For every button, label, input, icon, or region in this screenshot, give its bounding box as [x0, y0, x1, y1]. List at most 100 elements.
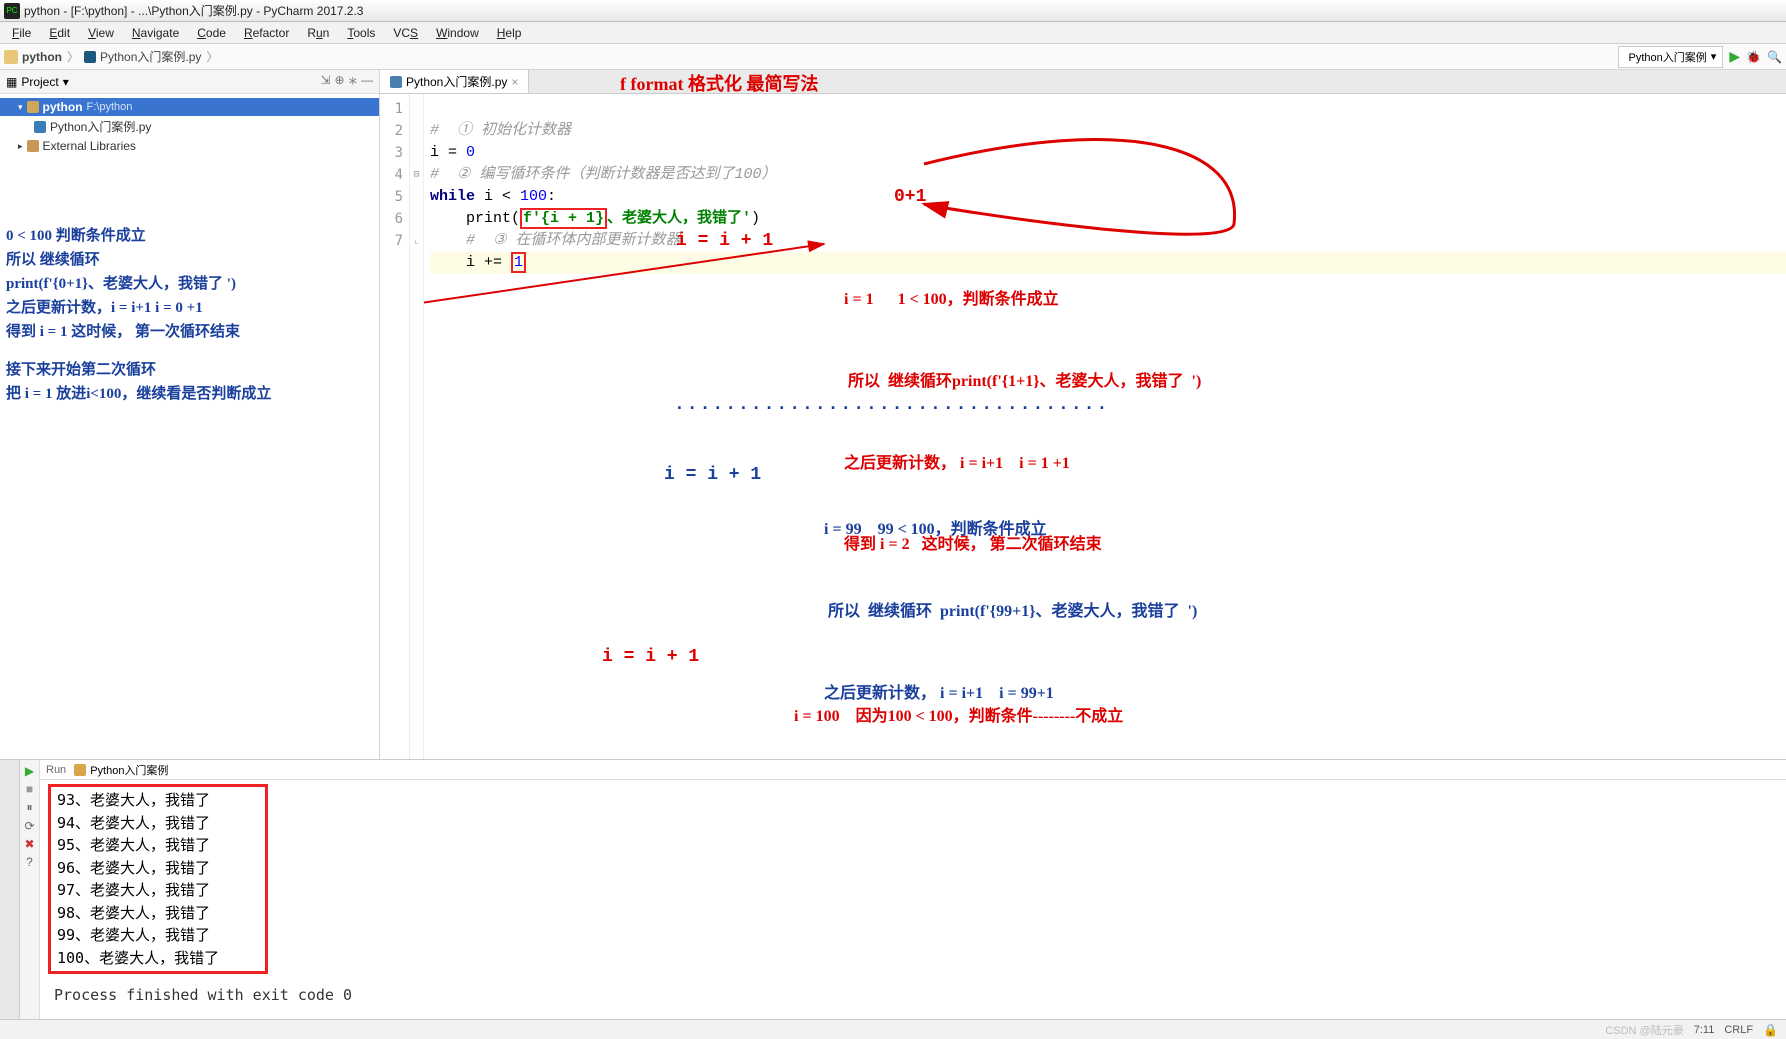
- tree-root-label: python: [43, 100, 83, 114]
- python-file-icon: [34, 121, 46, 133]
- tree-ext-libs-label: External Libraries: [43, 139, 136, 153]
- tree-ext-libs[interactable]: ▸ External Libraries: [0, 137, 379, 155]
- run-config-label: Python入门案例: [1629, 49, 1707, 65]
- code-line: # ③ 在循环体内部更新计数器: [430, 232, 680, 249]
- cursor-position: 7:11: [1694, 1024, 1715, 1036]
- output-line: 100、老婆大人，我错了: [57, 947, 259, 970]
- menu-window[interactable]: Window: [428, 24, 487, 42]
- hide-icon[interactable]: —: [361, 73, 373, 91]
- line-no: 6: [380, 208, 403, 230]
- annotation-top: f format 格式化 最简写法: [620, 70, 818, 96]
- line-no: 7: [380, 230, 403, 252]
- line-separator[interactable]: CRLF: [1724, 1024, 1753, 1036]
- run-tab-label[interactable]: Python入门案例: [90, 762, 168, 778]
- anno-line: i = 1 1 < 100，判断条件成立: [844, 286, 1201, 313]
- nav-bar: python 〉 Python入门案例.py 〉 Python入门案例 ▾ ▶ …: [0, 44, 1786, 70]
- run-output-box: 93、老婆大人，我错了 94、老婆大人，我错了 95、老婆大人，我错了 96、老…: [48, 784, 268, 974]
- run-config-selector[interactable]: Python入门案例 ▾: [1618, 46, 1724, 68]
- menu-run[interactable]: Run: [299, 24, 337, 42]
- anno-line: 所以 继续循环: [6, 248, 373, 272]
- menu-help[interactable]: Help: [489, 24, 530, 42]
- output-line: 98、老婆大人，我错了: [57, 902, 259, 925]
- anno-line: 把 i = 1 放进i<100，继续看是否判断成立: [6, 382, 373, 406]
- menu-edit[interactable]: Edit: [41, 24, 78, 42]
- pause-icon[interactable]: ⏸: [26, 800, 32, 815]
- collapse-icon[interactable]: ⇲: [320, 73, 330, 91]
- close-icon[interactable]: ✖: [24, 837, 34, 851]
- library-icon: [27, 140, 39, 152]
- editor-tab[interactable]: Python入门案例.py ×: [380, 70, 529, 93]
- output-line: 97、老婆大人，我错了: [57, 879, 259, 902]
- breadcrumb: python 〉 Python入门案例.py 〉: [4, 48, 221, 65]
- settings-icon[interactable]: 🞵: [349, 73, 357, 91]
- menu-vcs[interactable]: VCS: [385, 24, 426, 42]
- run-tool-column: ▶ ■ ⏸ ⟳ ✖ ?: [20, 760, 40, 1019]
- line-no: 3: [380, 142, 403, 164]
- expand-icon[interactable]: ▸: [18, 141, 23, 152]
- folder-icon: [27, 101, 39, 113]
- anno-line: i = 100 因为100 < 100，判断条件--------不成立: [794, 703, 1123, 730]
- annotation: i = i + 1: [676, 230, 773, 252]
- code-line: # ② 编写循环条件（判断计数器是否达到了100）: [430, 166, 776, 183]
- anno-line: 接下来开始第二次循环: [6, 358, 373, 382]
- run-panel: ▶ ■ ⏸ ⟳ ✖ ? Run Python入门案例 93、老婆大人，我错了 9…: [0, 759, 1786, 1019]
- line-no: 1: [380, 98, 403, 120]
- anno-line: 之后更新计数，i = i+1 i = 0 +1: [6, 296, 373, 320]
- project-header: ▦ Project ▾ ⇲ ⊕ 🞵 —: [0, 70, 379, 94]
- rerun-icon[interactable]: ▶: [25, 764, 34, 778]
- app-icon: PC: [4, 3, 20, 19]
- menu-navigate[interactable]: Navigate: [124, 24, 187, 42]
- project-tree: ▾ python F:\python Python入门案例.py ▸ Exter…: [0, 94, 379, 159]
- watermark: CSDN @陆元豪: [1605, 1022, 1683, 1038]
- run-label: Run: [46, 764, 66, 776]
- run-button[interactable]: ▶: [1729, 48, 1740, 65]
- project-tool-icon: ▦: [6, 75, 17, 89]
- restart-icon[interactable]: ⟳: [24, 819, 34, 833]
- folder-icon: [4, 50, 18, 64]
- breadcrumb-file[interactable]: Python入门案例.py: [100, 48, 201, 65]
- debug-button[interactable]: 🐞: [1746, 50, 1761, 64]
- line-no: 5: [380, 186, 403, 208]
- menu-view[interactable]: View: [80, 24, 122, 42]
- breadcrumb-root[interactable]: python: [22, 50, 62, 64]
- annotation: i = i + 1: [602, 646, 699, 668]
- menu-tools[interactable]: Tools: [339, 24, 383, 42]
- annotation-dots: ..................................: [674, 394, 1109, 416]
- code-line: while i < 100:: [430, 188, 556, 205]
- anno-line: 0 < 100 判断条件成立: [6, 224, 373, 248]
- line-no: 2: [380, 120, 403, 142]
- tree-file-label: Python入门案例.py: [50, 118, 151, 135]
- tree-root[interactable]: ▾ python F:\python: [0, 98, 379, 116]
- menu-refactor[interactable]: Refactor: [236, 24, 297, 42]
- anno-line: 得到 i = 1 这时候， 第一次循环结束: [6, 320, 373, 344]
- help-icon[interactable]: ?: [26, 855, 33, 869]
- chevron-down-icon[interactable]: ▾: [63, 75, 69, 89]
- run-body: Run Python入门案例 93、老婆大人，我错了 94、老婆大人，我错了 9…: [40, 760, 1786, 1019]
- stop-icon[interactable]: ■: [26, 782, 33, 796]
- expand-icon[interactable]: ▾: [18, 102, 23, 113]
- anno-line: 所以 继续循环 print(f'{99+1}、老婆大人，我错了 '): [824, 598, 1197, 625]
- editor-tab-label: Python入门案例.py: [406, 73, 507, 90]
- tree-file[interactable]: Python入门案例.py: [0, 116, 379, 137]
- title-bar: PC python - [F:\python] - ...\Python入门案例…: [0, 0, 1786, 22]
- search-icon[interactable]: 🔍: [1767, 50, 1782, 64]
- editor-tab-bar: Python入门案例.py × f format 格式化 最简写法: [380, 70, 1786, 94]
- anno-line: print(f'{0+1}、老婆大人，我错了 '): [6, 272, 373, 296]
- code-line: print(f'{i + 1}、老婆大人，我错了'): [430, 208, 760, 229]
- anno-line: i = 99 99 < 100，判断条件成立: [824, 516, 1197, 543]
- python-file-icon: [74, 764, 86, 776]
- locate-icon[interactable]: ⊕: [335, 73, 345, 91]
- project-title[interactable]: Project: [21, 75, 58, 89]
- chevron-down-icon: ▾: [1711, 50, 1717, 63]
- close-icon[interactable]: ×: [511, 75, 518, 89]
- menu-code[interactable]: Code: [189, 24, 234, 42]
- output-line: 99、老婆大人，我错了: [57, 924, 259, 947]
- run-gutter: [0, 760, 20, 1019]
- python-file-icon: [390, 76, 402, 88]
- code-line: i = 0: [430, 144, 475, 161]
- lock-icon[interactable]: 🔒: [1763, 1023, 1778, 1037]
- chevron-right-icon: 〉: [203, 48, 221, 65]
- menu-file[interactable]: File: [4, 24, 39, 42]
- run-tab-bar: Run Python入门案例: [40, 760, 1786, 780]
- exit-code-line: Process finished with exit code 0: [40, 978, 1786, 1004]
